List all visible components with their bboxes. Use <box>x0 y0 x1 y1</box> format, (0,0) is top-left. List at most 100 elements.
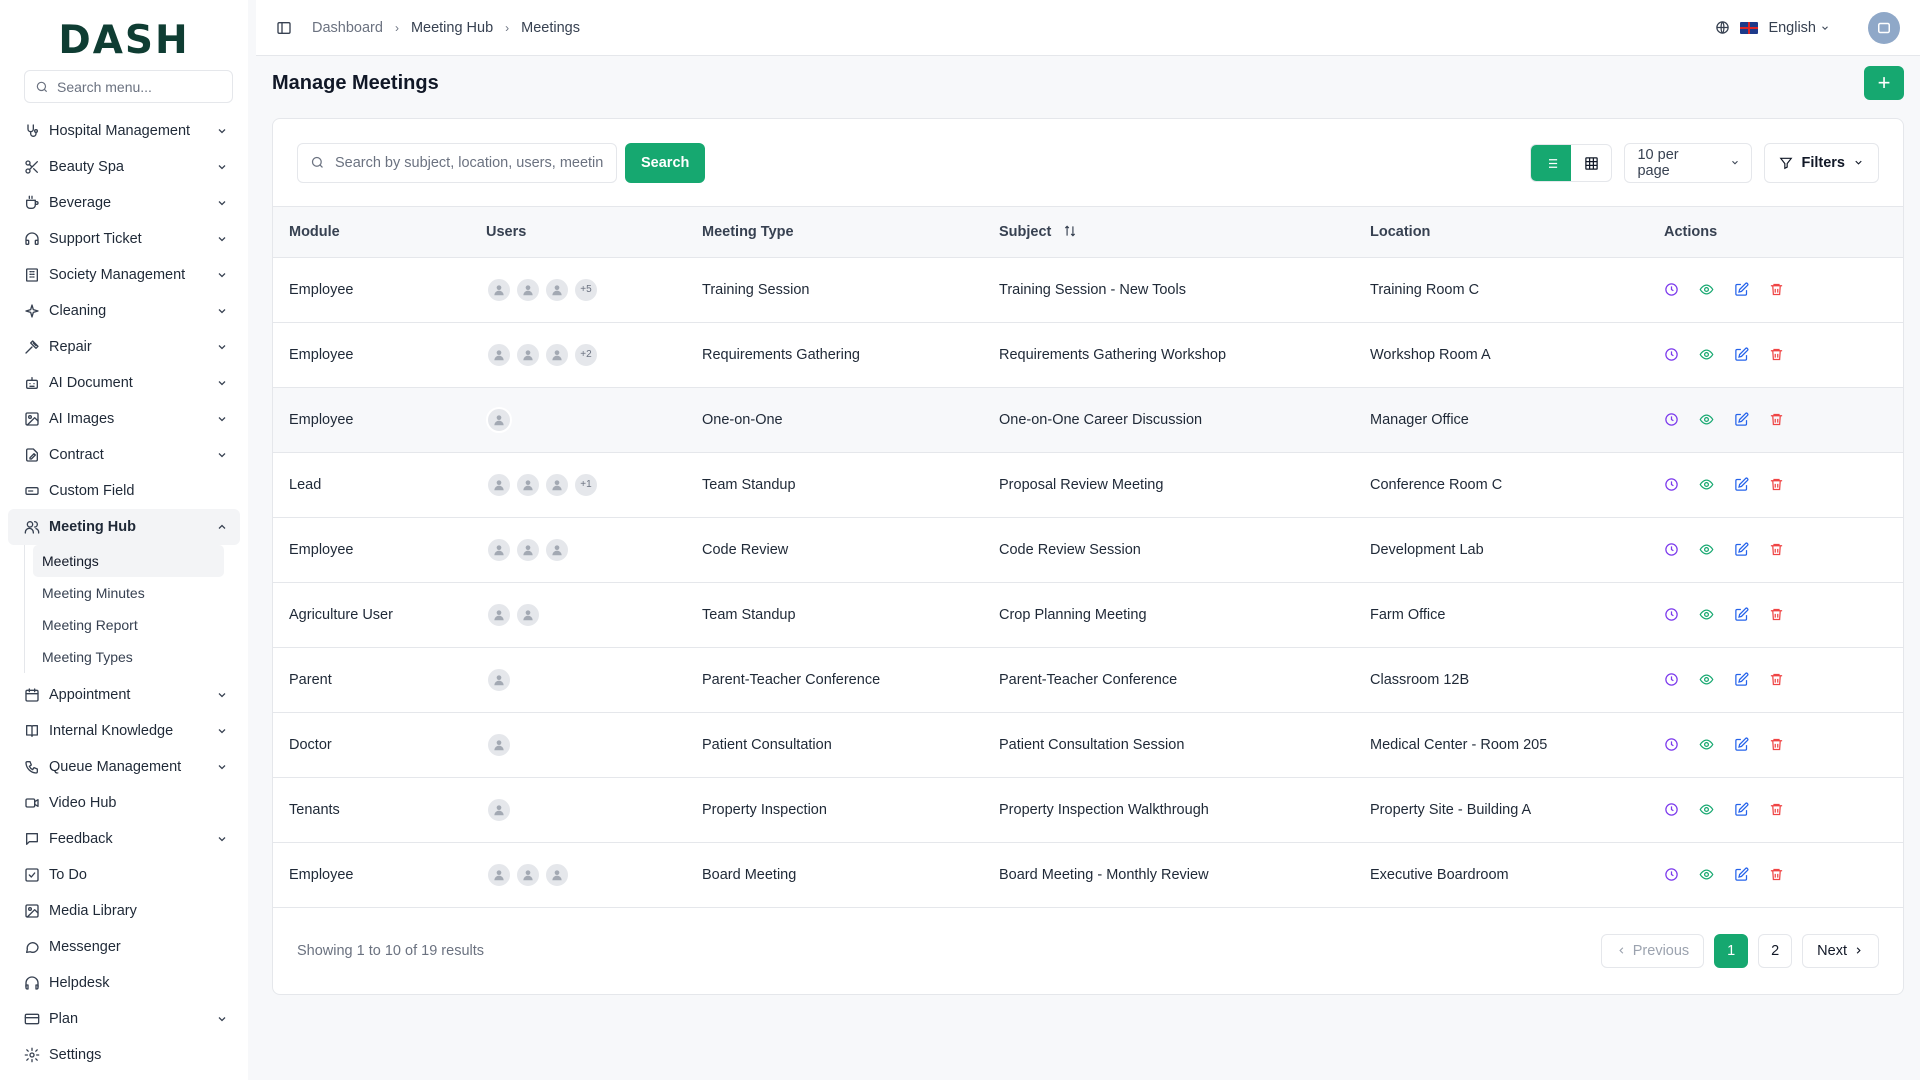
user-avatar[interactable] <box>515 536 541 563</box>
user-avatar[interactable] <box>1868 11 1900 44</box>
user-avatar[interactable] <box>486 341 512 368</box>
filters-button[interactable]: Filters <box>1764 142 1879 183</box>
sidebar-item-beauty-spa[interactable]: Beauty Spa <box>8 149 240 185</box>
sidebar-item-queue-management[interactable]: Queue Management <box>8 749 240 785</box>
user-avatar[interactable] <box>486 536 512 563</box>
edit-icon[interactable] <box>1734 802 1749 817</box>
history-icon[interactable] <box>1664 542 1679 557</box>
sidebar-item-contract[interactable]: Contract <box>8 437 240 473</box>
delete-icon[interactable] <box>1769 347 1784 362</box>
sidebar-item-support-ticket[interactable]: Support Ticket <box>8 221 240 257</box>
more-users-badge[interactable]: +2 <box>573 341 599 368</box>
view-icon[interactable] <box>1699 347 1714 362</box>
user-avatar[interactable] <box>515 276 541 303</box>
delete-icon[interactable] <box>1769 282 1784 297</box>
sidebar-item-society-management[interactable]: Society Management <box>8 257 240 293</box>
view-icon[interactable] <box>1699 607 1714 622</box>
next-page-button[interactable]: Next <box>1802 933 1879 968</box>
breadcrumb-dashboard[interactable]: Dashboard <box>312 20 383 36</box>
sidebar-item-messenger[interactable]: Messenger <box>8 929 240 965</box>
history-icon[interactable] <box>1664 737 1679 752</box>
sidebar-item-media-library[interactable]: Media Library <box>8 893 240 929</box>
edit-icon[interactable] <box>1734 672 1749 687</box>
user-avatar[interactable] <box>515 341 541 368</box>
user-avatar[interactable] <box>486 276 512 303</box>
list-view-button[interactable] <box>1531 144 1572 181</box>
delete-icon[interactable] <box>1769 607 1784 622</box>
sidebar-item-plan[interactable]: Plan <box>8 1001 240 1037</box>
previous-page-button[interactable]: Previous <box>1600 933 1705 968</box>
edit-icon[interactable] <box>1734 282 1749 297</box>
delete-icon[interactable] <box>1769 867 1784 882</box>
edit-icon[interactable] <box>1734 607 1749 622</box>
add-meeting-button[interactable]: + <box>1864 66 1904 100</box>
sidebar-item-hospital-management[interactable]: Hospital Management <box>8 113 240 149</box>
delete-icon[interactable] <box>1769 412 1784 427</box>
page-2-button[interactable]: 2 <box>1758 933 1793 968</box>
header-subject[interactable]: Subject <box>983 207 1354 258</box>
breadcrumb-meeting-hub[interactable]: Meeting Hub <box>411 20 493 36</box>
user-avatar[interactable] <box>544 861 570 888</box>
edit-icon[interactable] <box>1734 867 1749 882</box>
grid-view-button[interactable] <box>1571 145 1611 181</box>
submenu-item-meeting-types[interactable]: Meeting Types <box>33 641 224 673</box>
view-icon[interactable] <box>1699 542 1714 557</box>
view-icon[interactable] <box>1699 672 1714 687</box>
sidebar-item-appointment[interactable]: Appointment <box>8 677 240 713</box>
edit-icon[interactable] <box>1734 477 1749 492</box>
sidebar-item-custom-field[interactable]: Custom Field <box>8 473 240 509</box>
sidebar-item-beverage[interactable]: Beverage <box>8 185 240 221</box>
sidebar-item-helpdesk[interactable]: Helpdesk <box>8 965 240 1001</box>
submenu-item-meetings[interactable]: Meetings <box>33 545 224 577</box>
edit-icon[interactable] <box>1734 737 1749 752</box>
more-users-badge[interactable]: +1 <box>573 471 599 498</box>
page-1-button[interactable]: 1 <box>1714 933 1749 968</box>
user-avatar[interactable] <box>486 406 512 433</box>
sidebar-item-ai-images[interactable]: AI Images <box>8 401 240 437</box>
per-page-select[interactable]: 10 per page <box>1624 142 1753 183</box>
view-icon[interactable] <box>1699 802 1714 817</box>
edit-icon[interactable] <box>1734 347 1749 362</box>
delete-icon[interactable] <box>1769 542 1784 557</box>
user-avatar[interactable] <box>486 796 512 823</box>
view-icon[interactable] <box>1699 867 1714 882</box>
sort-icon[interactable] <box>1063 224 1077 238</box>
user-avatar[interactable] <box>486 471 512 498</box>
history-icon[interactable] <box>1664 672 1679 687</box>
user-avatar[interactable] <box>544 276 570 303</box>
user-avatar[interactable] <box>515 861 541 888</box>
user-avatar[interactable] <box>544 536 570 563</box>
sidebar-item-to-do[interactable]: To Do <box>8 857 240 893</box>
search-input[interactable] <box>334 154 604 171</box>
user-avatar[interactable] <box>544 471 570 498</box>
more-users-badge[interactable]: +5 <box>573 276 599 303</box>
delete-icon[interactable] <box>1769 477 1784 492</box>
view-icon[interactable] <box>1699 282 1714 297</box>
sidebar-item-feedback[interactable]: Feedback <box>8 821 240 857</box>
sidebar-item-ai-document[interactable]: AI Document <box>8 365 240 401</box>
sidebar-item-meeting-hub[interactable]: Meeting Hub <box>8 509 240 545</box>
user-avatar[interactable] <box>486 861 512 888</box>
user-avatar[interactable] <box>486 666 512 693</box>
submenu-item-meeting-minutes[interactable]: Meeting Minutes <box>33 577 224 609</box>
history-icon[interactable] <box>1664 282 1679 297</box>
history-icon[interactable] <box>1664 412 1679 427</box>
view-icon[interactable] <box>1699 737 1714 752</box>
sidebar-item-repair[interactable]: Repair <box>8 329 240 365</box>
history-icon[interactable] <box>1664 347 1679 362</box>
user-avatar[interactable] <box>486 601 512 628</box>
delete-icon[interactable] <box>1769 737 1784 752</box>
edit-icon[interactable] <box>1734 412 1749 427</box>
language-select[interactable]: English <box>1768 20 1830 36</box>
view-icon[interactable] <box>1699 412 1714 427</box>
history-icon[interactable] <box>1664 867 1679 882</box>
submenu-item-meeting-report[interactable]: Meeting Report <box>33 609 224 641</box>
sidebar-item-internal-knowledge[interactable]: Internal Knowledge <box>8 713 240 749</box>
history-icon[interactable] <box>1664 802 1679 817</box>
sidebar-item-settings[interactable]: Settings <box>8 1037 240 1073</box>
user-avatar[interactable] <box>515 471 541 498</box>
history-icon[interactable] <box>1664 607 1679 622</box>
history-icon[interactable] <box>1664 477 1679 492</box>
sidebar-item-cleaning[interactable]: Cleaning <box>8 293 240 329</box>
sidebar-item-video-hub[interactable]: Video Hub <box>8 785 240 821</box>
